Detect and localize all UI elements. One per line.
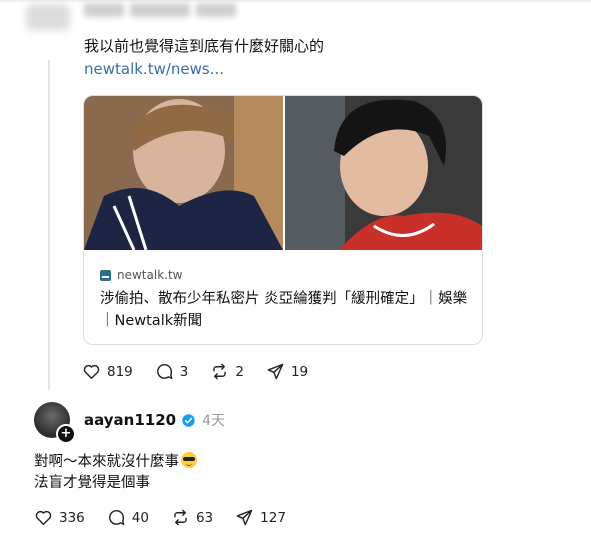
reply-line-1: 對啊～本來就沒什麼事 bbox=[34, 454, 179, 470]
post-text: 我以前也覺得這到底有什麼好關心的 bbox=[84, 37, 325, 55]
post-action-bar: 819 3 2 19 bbox=[82, 362, 330, 381]
post-comment-button[interactable]: 3 bbox=[155, 362, 189, 381]
reply-comment-count: 40 bbox=[131, 509, 149, 526]
reply-action-bar: 336 40 63 127 bbox=[34, 508, 308, 527]
link-preview-card[interactable]: newtalk.tw 涉偷拍、散布少年私密片 炎亞綸獲判「緩刑確定」｜娛樂｜Ne… bbox=[83, 95, 483, 345]
send-icon bbox=[267, 363, 284, 380]
link-preview-title: 涉偷拍、散布少年私密片 炎亞綸獲判「緩刑確定」｜娛樂｜Newtalk新聞 bbox=[100, 291, 468, 329]
reply-repost-count: 63 bbox=[195, 509, 214, 526]
reply-username[interactable]: aayan1120 bbox=[84, 411, 176, 429]
reply-comment-button[interactable]: 40 bbox=[107, 508, 149, 527]
post-like-count: 819 bbox=[107, 363, 133, 380]
reply-line-2: 法盲才覺得是個事 bbox=[34, 475, 150, 491]
verified-badge-icon bbox=[182, 413, 195, 427]
reply-like-button[interactable]: 336 bbox=[34, 508, 85, 527]
reply-repost-button[interactable]: 63 bbox=[171, 508, 213, 527]
link-preview-source: newtalk.tw bbox=[100, 268, 182, 282]
reply-timestamp: 4天 bbox=[202, 413, 226, 429]
reply-like-count: 336 bbox=[59, 509, 85, 526]
comment-icon bbox=[156, 364, 173, 379]
repost-icon bbox=[213, 363, 227, 380]
newtalk-favicon-icon bbox=[100, 269, 111, 281]
link-preview-image bbox=[84, 96, 482, 250]
repost-icon bbox=[174, 509, 187, 526]
reply-share-button[interactable]: 127 bbox=[235, 508, 286, 527]
send-icon bbox=[236, 509, 253, 526]
reply-text: 對啊～本來就沒什麼事 法盲才覺得是個事 bbox=[34, 452, 197, 494]
follow-plus-icon[interactable]: + bbox=[56, 424, 76, 444]
post-repost-button[interactable]: 2 bbox=[210, 362, 244, 381]
link-preview-domain: newtalk.tw bbox=[117, 268, 183, 282]
blurred-username bbox=[84, 2, 254, 20]
comment-icon bbox=[108, 510, 125, 525]
post-link[interactable]: newtalk.tw/news... bbox=[84, 60, 224, 78]
post-repost-count: 2 bbox=[235, 363, 244, 380]
thread-line bbox=[48, 60, 50, 390]
sunglasses-emoji-icon bbox=[181, 452, 197, 468]
post-share-button[interactable]: 19 bbox=[266, 362, 308, 381]
post-like-button[interactable]: 819 bbox=[82, 362, 133, 381]
reply-share-count: 127 bbox=[260, 509, 286, 526]
reply-header: aayan1120 4天 bbox=[84, 410, 225, 430]
heart-icon bbox=[83, 364, 100, 379]
post-share-count: 19 bbox=[290, 363, 309, 380]
post-comment-count: 3 bbox=[179, 363, 189, 380]
blurred-avatar bbox=[26, 4, 70, 30]
heart-icon bbox=[35, 510, 52, 525]
